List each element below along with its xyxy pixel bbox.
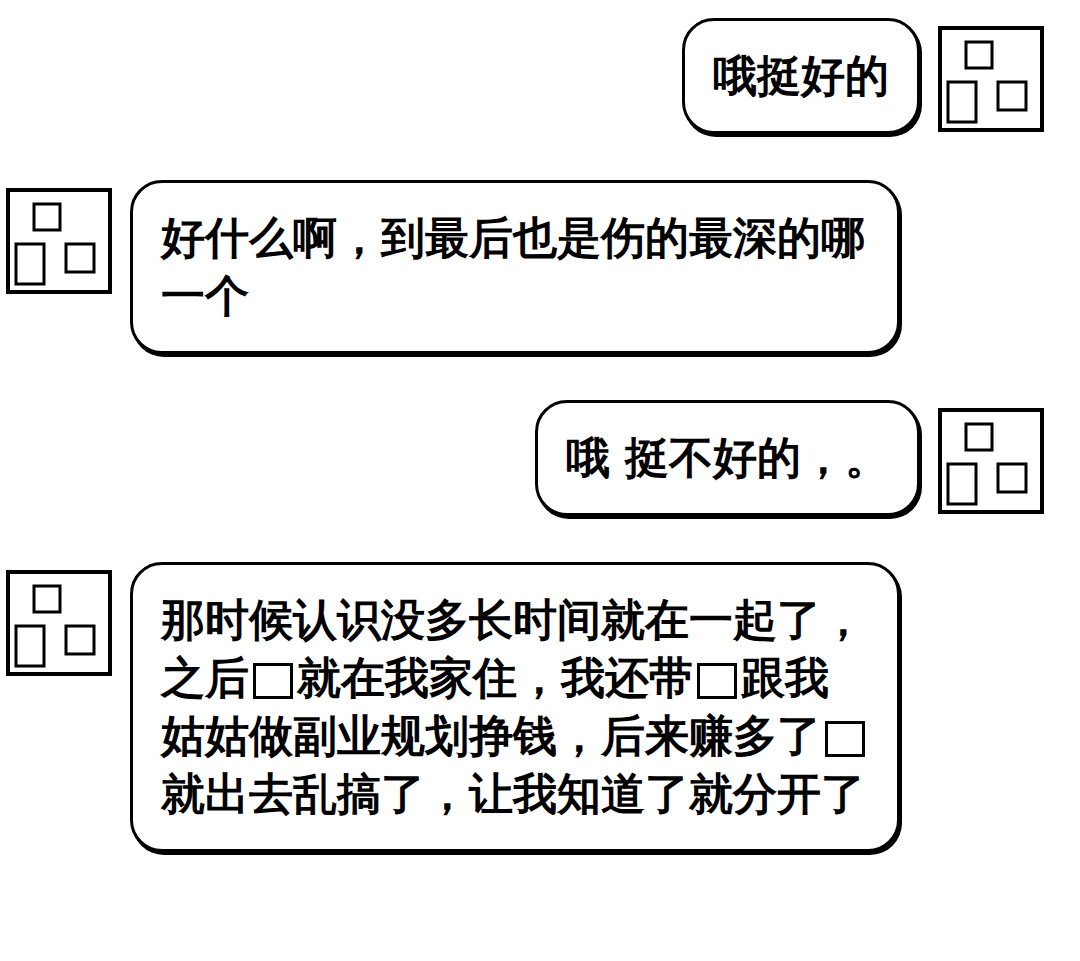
avatar-icon[interactable] bbox=[4, 186, 114, 296]
message-row: 哦 挺不好的，。 bbox=[4, 400, 1046, 516]
redacted-mark bbox=[697, 663, 737, 699]
message-text: 哦挺好的 bbox=[713, 50, 889, 101]
message-text: 就出去乱搞了，让我知道了就分开了 bbox=[161, 768, 865, 819]
avatar-icon[interactable] bbox=[936, 406, 1046, 516]
message-bubble[interactable]: 哦 挺不好的，。 bbox=[535, 400, 920, 516]
avatar-icon[interactable] bbox=[4, 568, 114, 678]
avatar-icon[interactable] bbox=[936, 24, 1046, 134]
message-bubble[interactable]: 那时候认识没多长时间就在一起了，之后就在我家住，我还带跟我姑姑做副业规划挣钱，后… bbox=[130, 562, 900, 852]
chat-view: 哦挺好的好什么啊，到最后也是伤的最深的哪一个哦 挺不好的，。那时候认识没多长时间… bbox=[0, 0, 1080, 961]
message-text: 哦 挺不好的，。 bbox=[566, 432, 889, 483]
message-row: 哦挺好的 bbox=[4, 18, 1046, 134]
message-text: 好什么啊，到最后也是伤的最深的哪一个 bbox=[161, 212, 865, 321]
message-bubble[interactable]: 哦挺好的 bbox=[682, 18, 920, 134]
redacted-mark bbox=[825, 721, 865, 757]
message-text: 就在我家住，我还带 bbox=[297, 652, 693, 703]
message-row: 那时候认识没多长时间就在一起了，之后就在我家住，我还带跟我姑姑做副业规划挣钱，后… bbox=[4, 562, 1046, 852]
message-bubble[interactable]: 好什么啊，到最后也是伤的最深的哪一个 bbox=[130, 180, 900, 354]
redacted-mark bbox=[253, 663, 293, 699]
message-row: 好什么啊，到最后也是伤的最深的哪一个 bbox=[4, 180, 1046, 354]
